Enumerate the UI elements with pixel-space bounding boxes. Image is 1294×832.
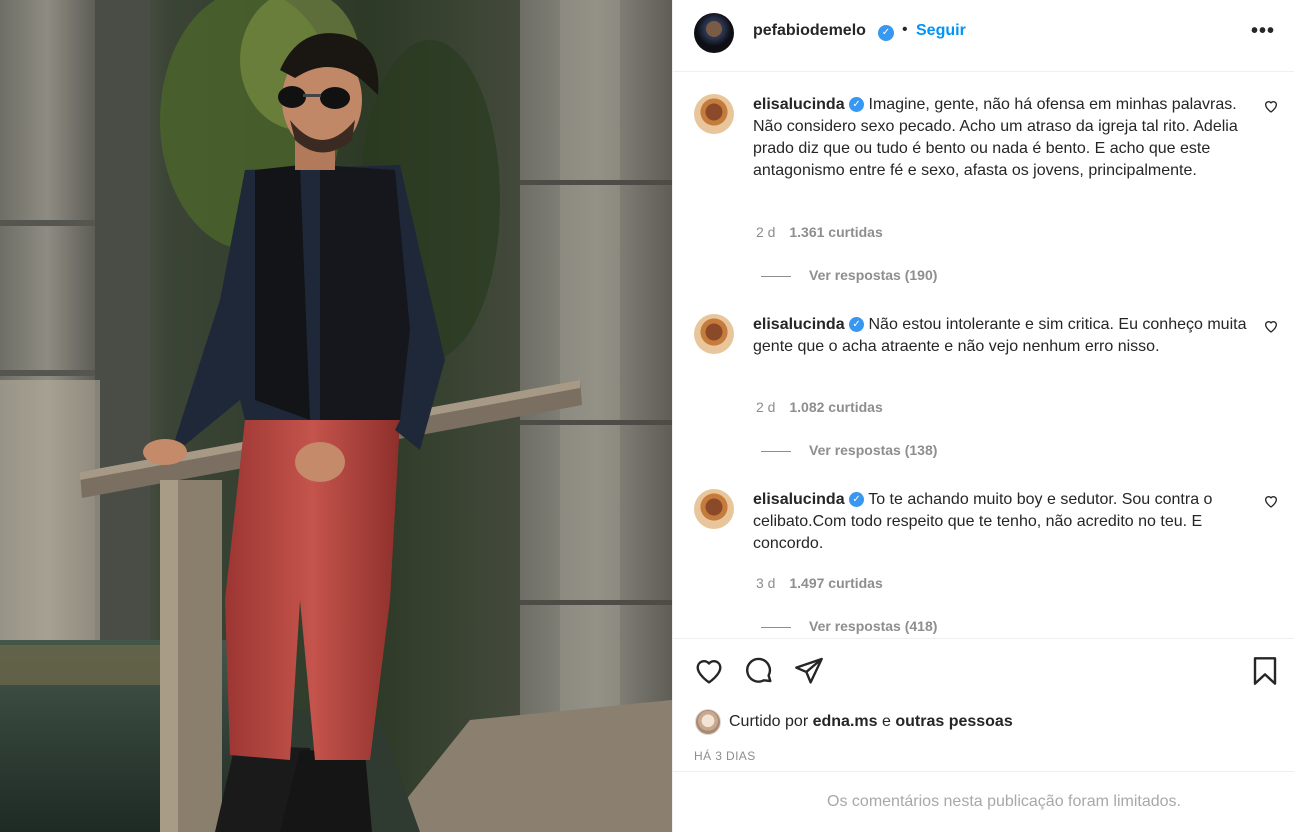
verified-badge-icon: ✓ — [849, 97, 865, 113]
liked-by-others[interactable]: outras pessoas — [895, 713, 1012, 731]
more-options-icon[interactable]: ••• — [1251, 20, 1275, 43]
separator-dot: • — [902, 21, 908, 38]
view-replies-button[interactable]: Ver respostas (190) — [761, 267, 937, 283]
comment-bubble-icon[interactable] — [743, 655, 775, 687]
comment-body: elisalucinda ✓ Não estou intolerante e s… — [753, 314, 1253, 358]
liked-by-connector: e — [881, 713, 891, 730]
commenter-avatar[interactable] — [694, 314, 734, 354]
comment-meta: 3 d 1.497 curtidas — [756, 575, 883, 591]
post-photo[interactable] — [0, 0, 672, 832]
post-image — [0, 0, 672, 832]
view-replies-label: Ver respostas (418) — [809, 618, 938, 634]
commenter-avatar[interactable] — [694, 489, 734, 529]
commenter-username[interactable]: elisalucinda — [753, 316, 845, 333]
comment-body: elisalucinda ✓ To te achando muito boy e… — [753, 489, 1253, 555]
post-date[interactable]: HÁ 3 DIAS — [694, 749, 756, 763]
comment-meta: 2 d 1.082 curtidas — [756, 399, 883, 415]
view-replies-button[interactable]: Ver respostas (418) — [761, 618, 937, 634]
comment-likes[interactable]: 1.497 curtidas — [789, 575, 882, 591]
comment-heart-icon[interactable] — [1263, 98, 1279, 114]
author-avatar[interactable] — [694, 13, 734, 53]
post-header: pefabiodemelo ✓ • Seguir ••• — [673, 0, 1294, 72]
bookmark-icon[interactable] — [1249, 655, 1281, 687]
liked-by-prefix: Curtido por — [729, 713, 809, 730]
commenter-username[interactable]: elisalucinda — [753, 96, 845, 113]
liker-avatar[interactable] — [695, 709, 721, 735]
verified-badge-icon: ✓ — [878, 25, 894, 41]
verified-badge-icon: ✓ — [849, 492, 865, 508]
verified-badge-icon: ✓ — [849, 317, 865, 333]
liked-by: Curtido por edna.ms e outras pessoas — [695, 708, 1013, 736]
view-replies-label: Ver respostas (190) — [809, 267, 938, 283]
comment-time[interactable]: 3 d — [756, 575, 775, 591]
comment-meta: 2 d 1.361 curtidas — [756, 224, 883, 240]
paper-plane-icon[interactable] — [793, 655, 825, 687]
comment-heart-icon[interactable] — [1263, 318, 1279, 334]
post-actions — [673, 638, 1294, 708]
post-sidebar: pefabiodemelo ✓ • Seguir ••• elisalucind… — [672, 0, 1294, 832]
view-replies-label: Ver respostas (138) — [809, 442, 938, 458]
view-replies-button[interactable]: Ver respostas (138) — [761, 442, 937, 458]
commenter-avatar[interactable] — [694, 94, 734, 134]
comments-list[interactable]: elisalucinda ✓ Imagine, gente, não há of… — [673, 72, 1294, 638]
follow-button[interactable]: Seguir — [916, 22, 966, 40]
comment-time[interactable]: 2 d — [756, 399, 775, 415]
comment-likes[interactable]: 1.082 curtidas — [789, 399, 882, 415]
comment-body: elisalucinda ✓ Imagine, gente, não há of… — [753, 94, 1253, 182]
comment-heart-icon[interactable] — [1263, 493, 1279, 509]
comments-limited-notice: Os comentários nesta publicação foram li… — [673, 771, 1294, 832]
commenter-username[interactable]: elisalucinda — [753, 491, 845, 508]
replies-divider — [761, 626, 791, 628]
comment-time[interactable]: 2 d — [756, 224, 775, 240]
comment-likes[interactable]: 1.361 curtidas — [789, 224, 882, 240]
liker-username[interactable]: edna.ms — [813, 713, 878, 731]
heart-icon[interactable] — [693, 655, 725, 687]
replies-divider — [761, 450, 791, 452]
replies-divider — [761, 275, 791, 277]
author-username[interactable]: pefabiodemelo — [753, 22, 866, 40]
